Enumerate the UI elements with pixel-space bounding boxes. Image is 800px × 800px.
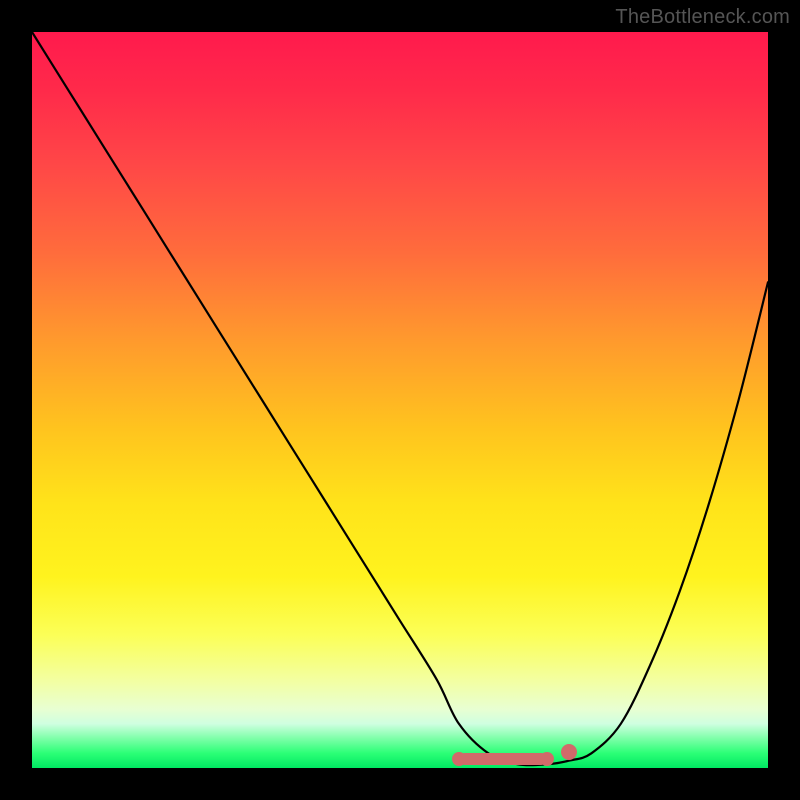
marker-segment-cap xyxy=(452,752,466,766)
chart-frame: TheBottleneck.com xyxy=(0,0,800,800)
marker-dot xyxy=(561,744,577,760)
plot-area xyxy=(32,32,768,768)
marker-segment-cap xyxy=(540,752,554,766)
watermark-text: TheBottleneck.com xyxy=(615,6,790,29)
bottleneck-curve xyxy=(32,32,768,768)
marker-segment xyxy=(459,753,547,765)
